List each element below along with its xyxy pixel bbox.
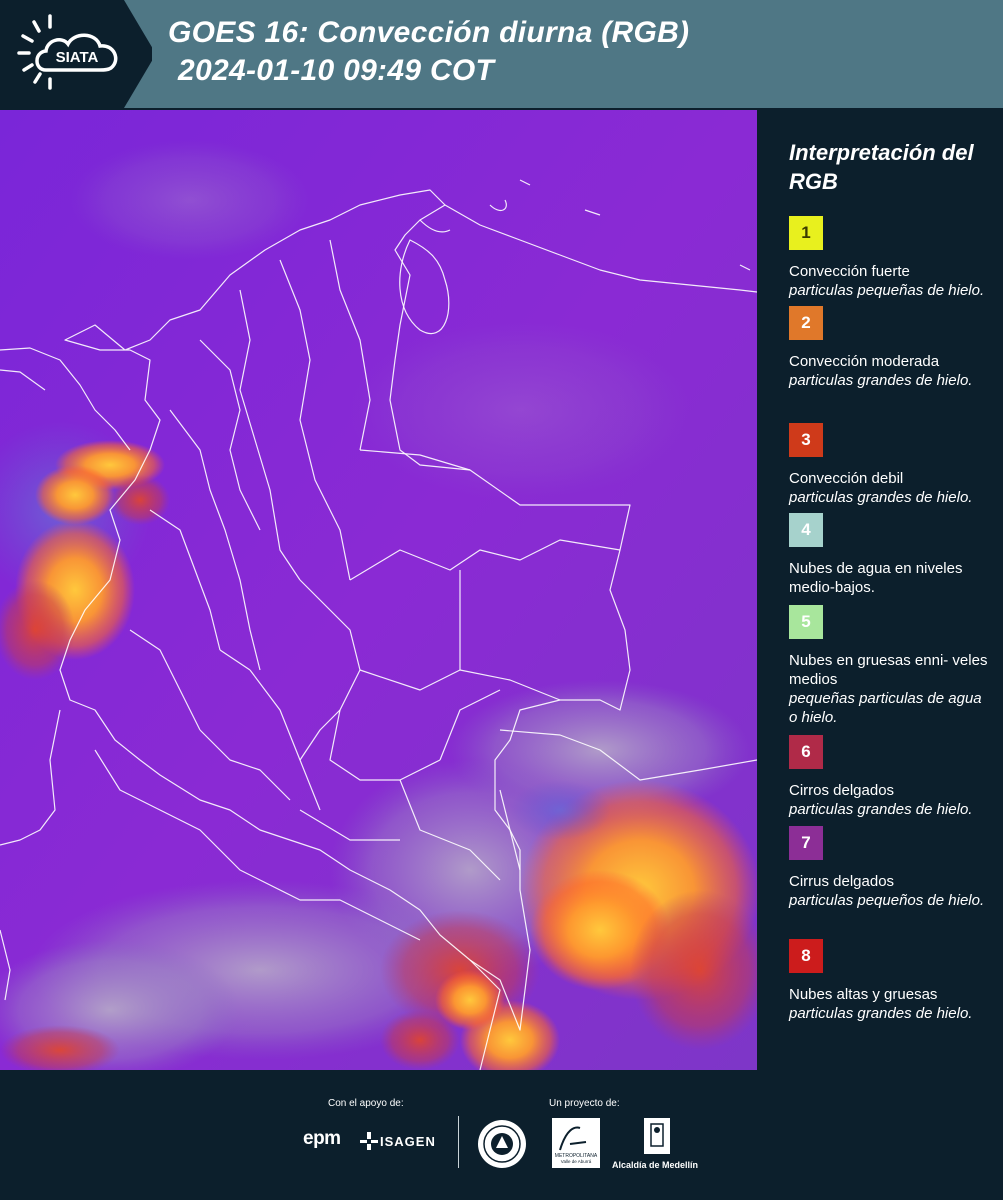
support-label: Con el apoyo de: <box>328 1098 404 1109</box>
legend-item-label: Convección debil <box>789 470 904 487</box>
legend-item-description: particulas pequeños de hielo. <box>789 892 985 909</box>
legend-swatch: 6 <box>789 735 823 769</box>
area-metropolitana-logo: METROPOLITANA Valle de Aburrá <box>552 1118 600 1168</box>
legend-item: 2 Convección moderada particulas grandes d… <box>789 306 994 390</box>
footer-divider <box>458 1116 459 1168</box>
legend-swatch: 5 <box>789 605 823 639</box>
legend-item: 5 Nubes en gruesas enni- veles medios pequ… <box>789 605 994 727</box>
legend-item-description: particulas grandes de hielo. <box>789 372 973 389</box>
legend-swatch: 8 <box>789 939 823 973</box>
legend-swatch: 1 <box>789 216 823 250</box>
title-line1: GOES 16: Convección diurna (RGB) <box>168 16 690 49</box>
footer: Con el apoyo de: Un proyecto de: epm ISA… <box>0 1070 1003 1200</box>
legend-swatch: 2 <box>789 306 823 340</box>
project-label: Un proyecto de: <box>549 1098 620 1109</box>
siata-brand-text: SIATA <box>56 49 99 66</box>
svg-text:Valle de Aburrá: Valle de Aburrá <box>561 1159 592 1164</box>
legend-item-label: Nubes en gruesas enni- veles medios <box>789 652 988 688</box>
satellite-image <box>0 110 757 1070</box>
title-line2: 2024-01-10 09:49 COT <box>178 54 495 87</box>
legend-item-description: particulas grandes de hielo. <box>789 1005 973 1022</box>
legend-title: Interpretación del RGB <box>789 140 974 194</box>
header-bar: SIATA GOES 16: Convección diurna (RGB) 2… <box>0 0 1003 108</box>
legend-panel: Interpretación del RGB 1 Convección fuert… <box>763 108 1003 1070</box>
legend-item-description: particulas grandes de hielo. <box>789 489 973 506</box>
legend-item: 7 Cirrus delgados particulas pequeños de h… <box>789 826 994 910</box>
legend-item-description: particulas grandes de hielo. <box>789 801 973 818</box>
siata-logo: SIATA <box>0 0 156 108</box>
legend-item-label: Nubes de agua en niveles medio-bajos. <box>789 560 963 596</box>
legend-item-label: Convección fuerte <box>789 263 910 280</box>
legend-item: 4 Nubes de agua en niveles medio-bajos. <box>789 513 994 597</box>
alcaldia-icon <box>644 1118 670 1154</box>
legend-item-description: particulas pequeñas de hielo. <box>789 282 985 299</box>
isagen-logo: ISAGEN <box>380 1134 436 1149</box>
legend-item: 8 Nubes altas y gruesas particulas grandes… <box>789 939 994 1023</box>
medellin-seal <box>478 1120 526 1168</box>
legend-item-description: pequeñas particulas de agua o hielo. <box>789 690 982 726</box>
legend-item-label: Nubes altas y gruesas <box>789 986 938 1003</box>
legend-item: 1 Convección fuerte particulas pequeñas de… <box>789 216 994 300</box>
isagen-icon <box>360 1132 378 1150</box>
epm-logo: epm <box>303 1128 341 1149</box>
legend-item-label: Cirros delgados <box>789 782 895 799</box>
legend-swatch: 4 <box>789 513 823 547</box>
legend-swatch: 3 <box>789 423 823 457</box>
legend-swatch: 7 <box>789 826 823 860</box>
legend-item: 3 Convección debil particulas grandes de h… <box>789 423 994 507</box>
page-title: GOES 16: Convección diurna (RGB) 2024-01… <box>168 14 689 90</box>
legend-item-label: Convección moderada <box>789 353 940 370</box>
alcaldia-logo-text: Alcaldía de Medellín <box>612 1160 699 1170</box>
legend-item-label: Cirrus delgados <box>789 873 895 890</box>
legend-item: 6 Cirros delgados particulas grandes de hi… <box>789 735 994 819</box>
